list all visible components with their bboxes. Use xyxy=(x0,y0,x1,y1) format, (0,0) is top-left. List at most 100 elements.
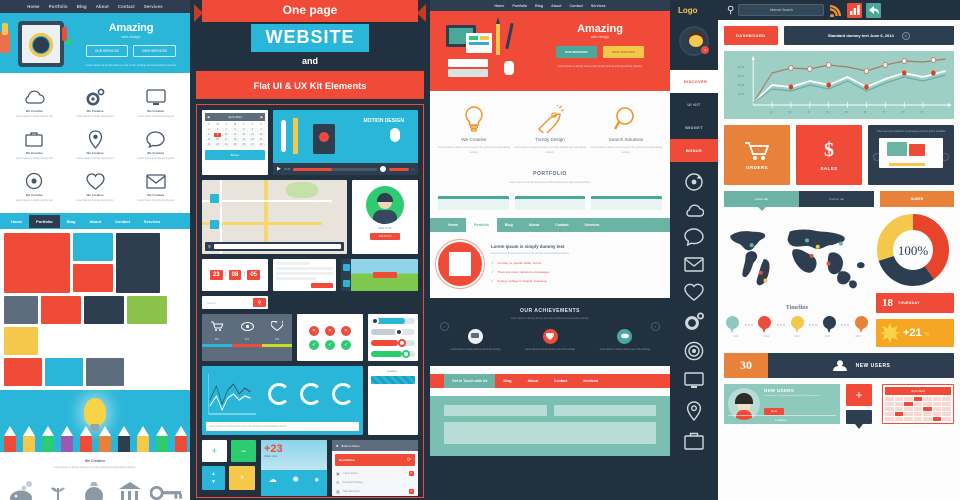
portfolio-item[interactable] xyxy=(41,296,81,325)
nav-item[interactable]: Services xyxy=(575,374,606,388)
share-icon[interactable] xyxy=(866,2,882,18)
circle-button-check[interactable]: ✓ xyxy=(325,339,335,350)
red-button[interactable]: Red Button ⟳ xyxy=(335,454,415,466)
tile-sales[interactable]: $ SALES xyxy=(796,125,862,185)
briefcase-icon[interactable] xyxy=(684,432,704,450)
add-button[interactable]: + xyxy=(846,384,872,406)
timeline-pin[interactable] xyxy=(855,316,868,333)
circle-button-close[interactable]: ✕ xyxy=(309,325,319,336)
menu-item[interactable]: ▦ New Elements 9 xyxy=(332,487,418,496)
photo-side-actions[interactable] xyxy=(341,259,351,291)
card-more-button[interactable]: More xyxy=(764,407,784,415)
search-widget[interactable]: Search ⚲ xyxy=(202,296,268,309)
nav-item[interactable]: Blog xyxy=(495,374,519,388)
video-controls[interactable]: ▶ 03:46 □ xyxy=(273,163,418,175)
dashboard-button[interactable]: DASHBOARD xyxy=(724,26,778,45)
col1-portfolio-navigation[interactable]: Home Portfolio Blog About Contact Servic… xyxy=(0,213,190,230)
circle-button-check[interactable]: ✓ xyxy=(309,339,319,350)
feature-creative[interactable]: We Creative Lorem Ipsum is simply dummy … xyxy=(436,105,512,155)
contact-message-textarea[interactable] xyxy=(444,421,656,444)
stat-views[interactable]: 321 xyxy=(232,314,262,361)
volume-bar[interactable] xyxy=(388,167,409,171)
sliders-widget[interactable] xyxy=(368,314,418,361)
play-icon[interactable]: ▶ xyxy=(277,166,281,172)
search-icon[interactable]: ⚲ xyxy=(727,5,734,16)
tab-active[interactable]: Active tab xyxy=(724,191,799,211)
chat-icon[interactable] xyxy=(684,228,704,246)
contact-email-input[interactable] xyxy=(553,404,656,416)
slider-track[interactable] xyxy=(371,317,415,325)
tab-inactive[interactable]: Inactive tab xyxy=(799,191,874,207)
video-progress-bar[interactable] xyxy=(293,167,377,171)
sidebar-item-discover[interactable]: DISCOVER xyxy=(670,70,721,93)
portfolio-item[interactable] xyxy=(127,296,167,325)
portfolio-item[interactable] xyxy=(45,358,83,387)
slider-track[interactable] xyxy=(371,350,415,358)
feature-cell[interactable]: We Creative Lorem Ipsum is simply dummy … xyxy=(65,123,126,165)
tile-orders[interactable]: ORDERS xyxy=(724,125,790,185)
nav-item[interactable]: About xyxy=(551,4,561,8)
plus-button[interactable]: + xyxy=(202,440,227,462)
nav-item[interactable]: Services xyxy=(144,4,163,9)
target-icon[interactable] xyxy=(684,341,704,361)
nav-item[interactable]: Home xyxy=(440,218,466,232)
portfolio-item[interactable] xyxy=(73,264,113,293)
upload-icon[interactable] xyxy=(342,263,350,271)
portfolio-item[interactable] xyxy=(4,233,70,294)
nav-item[interactable]: Portfolio xyxy=(49,4,68,9)
stat-cart[interactable]: 891 xyxy=(202,314,232,361)
feature-cell[interactable]: We Creative Lorem Ipsum is simply dummy … xyxy=(65,165,126,207)
refresh-icon[interactable] xyxy=(684,172,704,192)
settings-icon[interactable] xyxy=(342,279,350,287)
nav-item[interactable]: Contact xyxy=(569,4,582,8)
menu-item[interactable]: ⚙ Personal Settings xyxy=(332,478,418,487)
close-icon[interactable]: × xyxy=(901,31,910,40)
slider-tab[interactable]: SLIDER xyxy=(880,191,954,207)
gear-icon[interactable] xyxy=(684,312,704,330)
carousel-prev-icon[interactable]: ‹ xyxy=(440,321,449,331)
map-pin-start[interactable] xyxy=(210,194,219,203)
nav-item-active[interactable]: Portfolio xyxy=(29,214,60,228)
col1-top-navigation[interactable]: Home Portfolio Blog About Contact Servic… xyxy=(0,0,190,13)
timeline-pin[interactable] xyxy=(726,316,739,333)
cloud-icon[interactable] xyxy=(684,203,704,217)
volume-icon[interactable] xyxy=(379,166,386,172)
portfolio-item[interactable] xyxy=(4,327,38,356)
map-search-bar[interactable]: ⚲ xyxy=(205,242,344,251)
portfolio-item[interactable] xyxy=(86,358,124,387)
feature-cell[interactable]: We Creative Lorem Ipsum is simply dummy … xyxy=(4,81,65,123)
avatar[interactable]: 4 xyxy=(679,26,709,56)
envelope-icon[interactable] xyxy=(684,257,704,272)
circle-button-check[interactable]: ✓ xyxy=(341,339,351,350)
feature-cell[interactable]: We Creative Lorem Ipsum is simply dummy … xyxy=(125,165,186,207)
nav-item-active[interactable]: Get in Touch with Us xyxy=(444,373,496,388)
portfolio-card[interactable] xyxy=(591,195,663,210)
slider-track[interactable] xyxy=(371,328,415,336)
nav-item[interactable]: Blog xyxy=(497,218,521,232)
nav-item[interactable]: Blog xyxy=(77,4,87,9)
calendar-grid[interactable] xyxy=(885,397,951,421)
portfolio-card[interactable] xyxy=(438,195,509,210)
nav-item[interactable]: Contact xyxy=(118,4,135,9)
nav-item[interactable]: Services xyxy=(137,215,167,228)
hero-button-secondary[interactable]: VIEW SERVICES xyxy=(132,45,177,57)
hero-button-secondary[interactable]: VIEW SERVICES xyxy=(602,46,645,58)
feature-trendy[interactable]: Trendy Design Lorem Ipsum is simply dumm… xyxy=(512,105,588,155)
calendar-widget[interactable]: ◀ April 2014 ▶ SMTWTFS 1234567 8 9 10 11 12 1… xyxy=(202,110,268,175)
photo-card[interactable] xyxy=(341,259,418,291)
timeline-pin[interactable] xyxy=(758,316,772,333)
nav-item[interactable]: Contact xyxy=(108,215,137,228)
map-widget[interactable]: ⚲ xyxy=(202,180,347,254)
nav-item[interactable]: Blog xyxy=(535,4,543,8)
profile-card[interactable]: Mark Smith Add Friend xyxy=(352,180,418,254)
photo-button[interactable] xyxy=(372,271,397,278)
menu-item[interactable]: ▣ Lorem Ipsum 5 xyxy=(332,469,418,478)
nav-item[interactable]: Services xyxy=(591,4,606,8)
portfolio-item[interactable] xyxy=(73,233,113,262)
circle-button-close[interactable]: ✕ xyxy=(325,325,335,336)
chart-icon[interactable] xyxy=(847,2,863,18)
map-pin-end[interactable] xyxy=(210,220,219,229)
timeline-pin[interactable] xyxy=(822,316,836,333)
location-icon[interactable] xyxy=(686,401,702,421)
sidebar-item-widget[interactable]: WIDGET xyxy=(670,116,718,139)
